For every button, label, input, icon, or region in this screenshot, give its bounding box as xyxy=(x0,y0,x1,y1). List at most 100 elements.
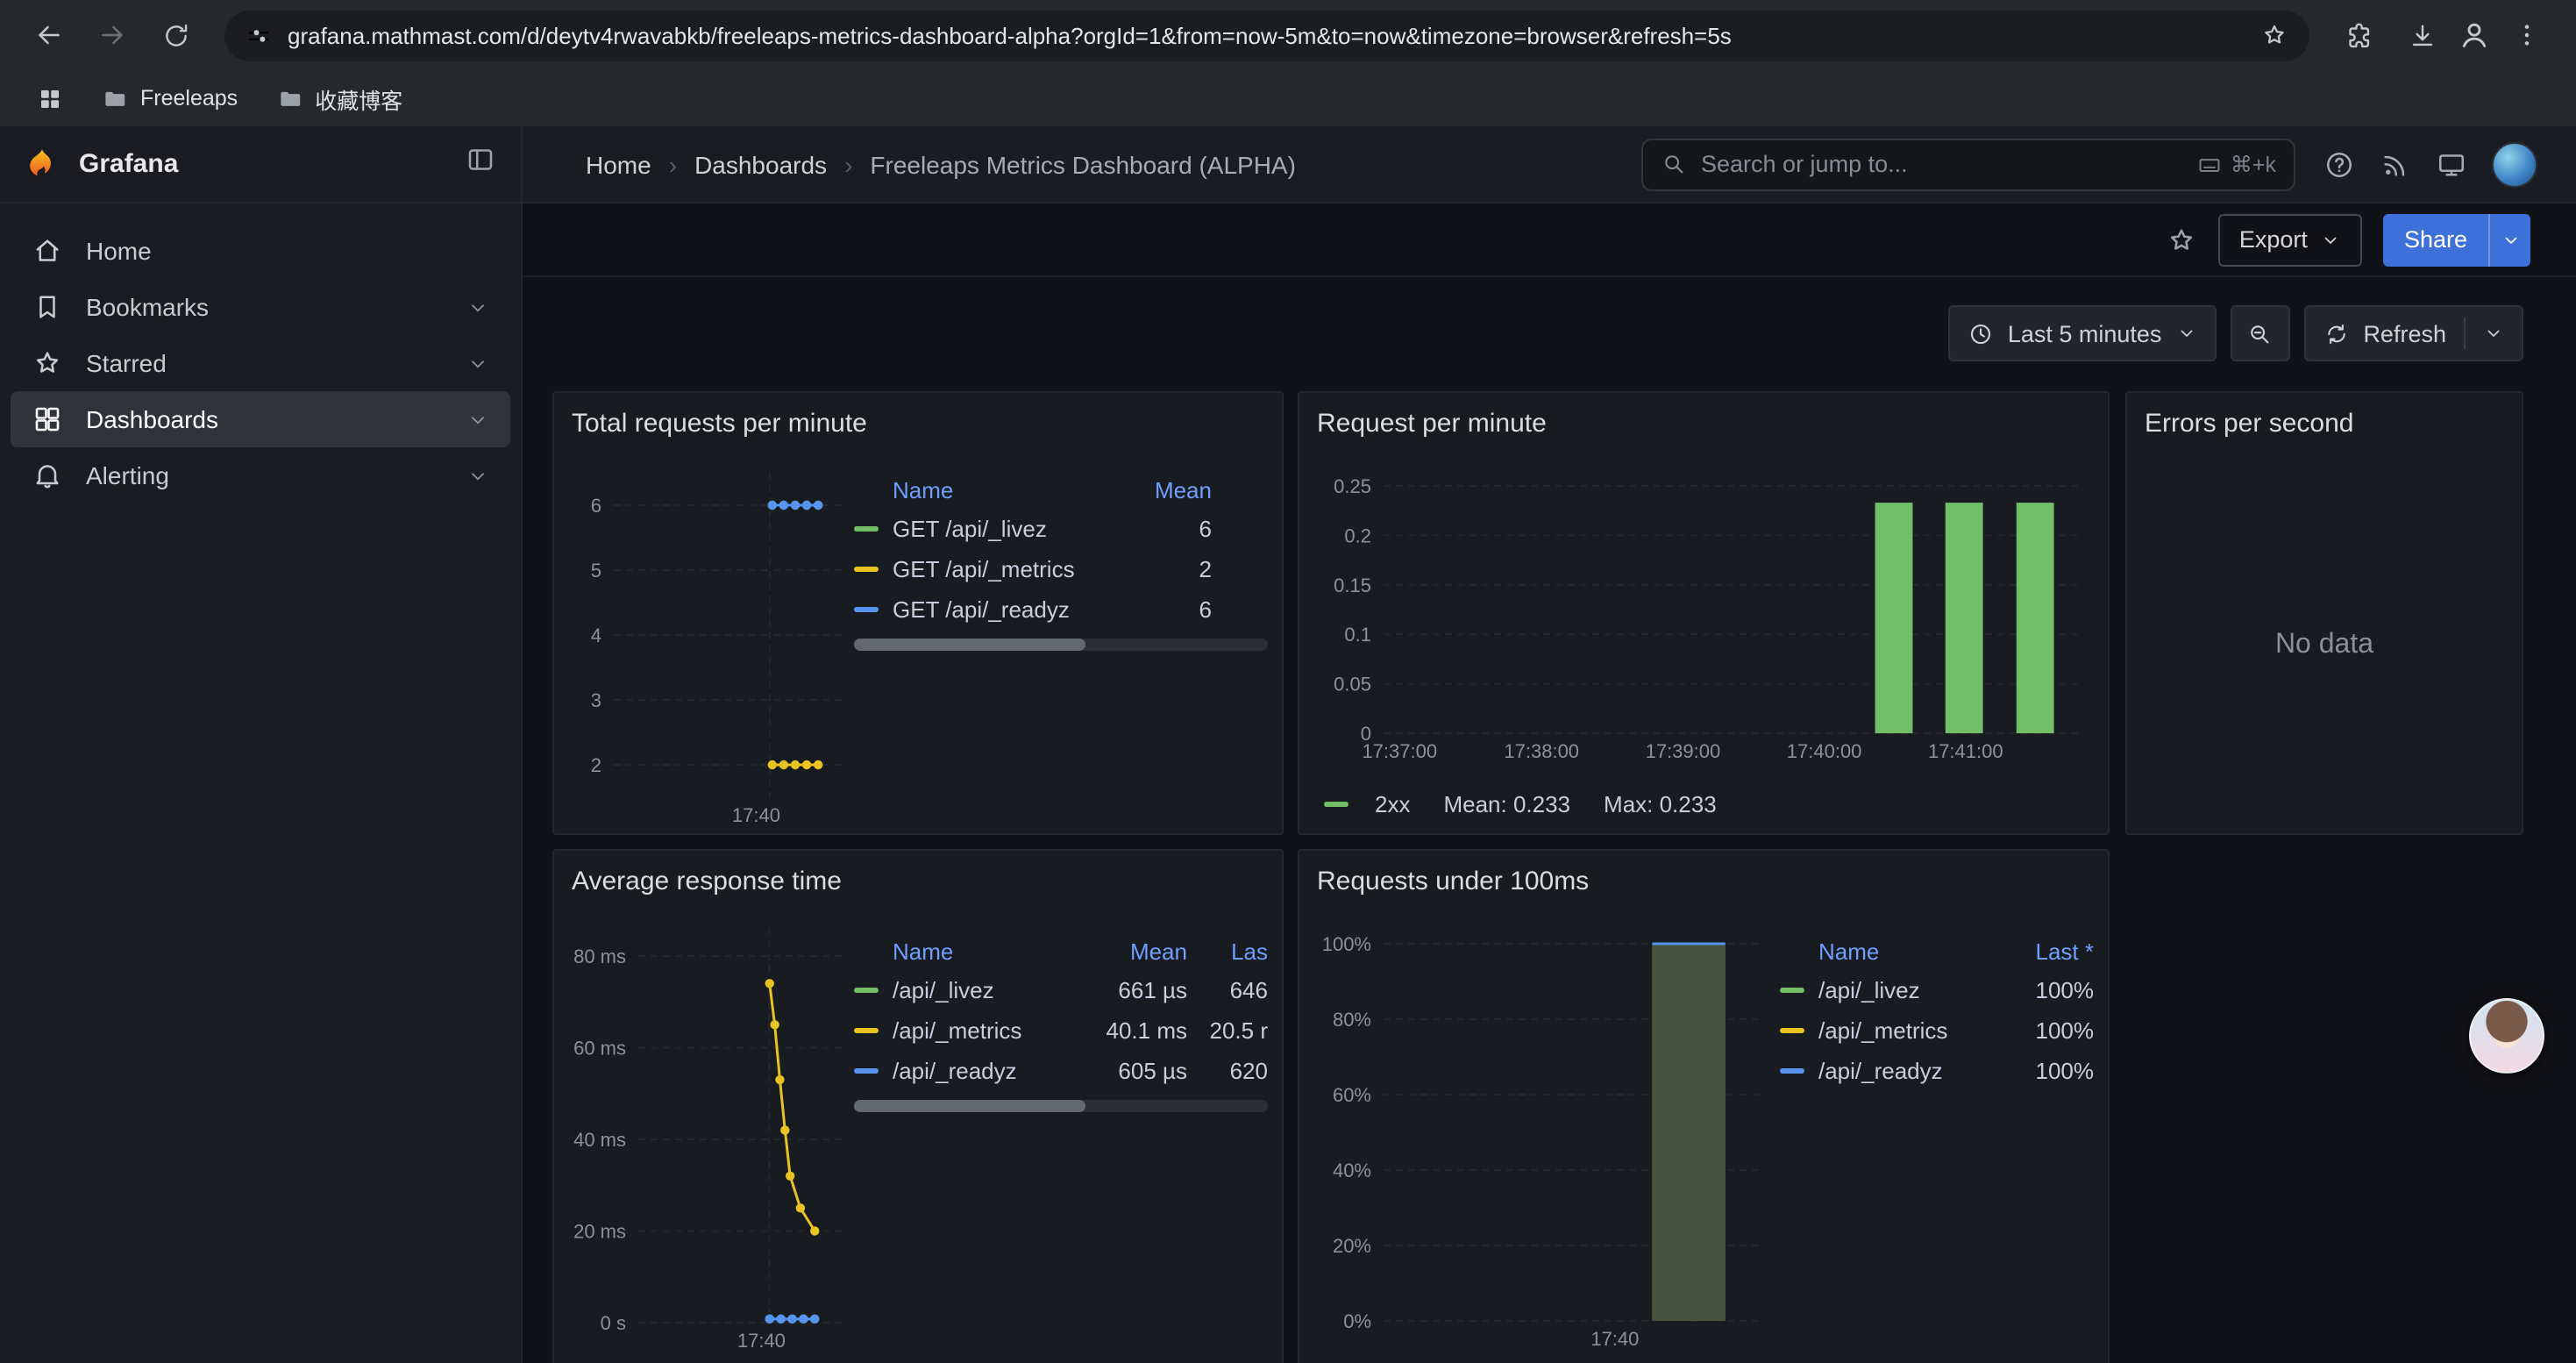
search-input[interactable]: Search or jump to... ⌘+k xyxy=(1641,138,2295,190)
bookmark-blog[interactable]: 收藏博客 xyxy=(262,76,416,120)
download-icon[interactable] xyxy=(2397,11,2446,60)
series-color-marker xyxy=(854,1028,879,1033)
series-name[interactable]: /api/_metrics xyxy=(893,1017,1064,1044)
news-rss-icon[interactable] xyxy=(2380,148,2411,180)
legend-col-name[interactable]: Name xyxy=(893,476,1107,503)
search-icon xyxy=(1661,151,1687,177)
favorite-star-icon[interactable] xyxy=(2166,224,2197,255)
sidebar-item-dashboards[interactable]: Dashboards xyxy=(11,391,510,447)
series-last: 20.5 r xyxy=(1187,1017,1268,1044)
legend-scrollbar-thumb[interactable] xyxy=(854,639,1085,651)
apps-grid-icon[interactable] xyxy=(28,77,70,119)
series-name[interactable]: /api/_livez xyxy=(893,977,1064,1003)
average-response-chart[interactable]: 80 ms60 ms40 ms20 ms0 s17:40 xyxy=(554,910,861,1363)
user-avatar[interactable] xyxy=(2492,141,2537,187)
series-last: 100% xyxy=(1989,1017,2094,1044)
legend-col-name[interactable]: Name xyxy=(1818,938,1989,964)
chevron-down-icon[interactable] xyxy=(466,352,489,375)
legend-col-last[interactable]: Last * xyxy=(1989,938,2094,964)
time-range-picker[interactable]: Last 5 minutes xyxy=(1948,305,2217,361)
under-100ms-chart[interactable]: 100%80%60%40%20%0%17:40 xyxy=(1299,910,1773,1363)
chevron-down-icon xyxy=(2500,229,2521,250)
series-name[interactable]: GET /api/_metrics xyxy=(893,556,1107,582)
series-name[interactable]: GET /api/_livez xyxy=(893,516,1107,542)
series-name[interactable]: /api/_livez xyxy=(1818,977,1989,1003)
bookmark-label: 收藏博客 xyxy=(315,82,402,115)
forward-icon[interactable] xyxy=(88,11,137,60)
chevron-down-icon[interactable] xyxy=(466,464,489,487)
share-menu-button[interactable] xyxy=(2488,213,2530,266)
legend-col-name[interactable]: Name xyxy=(893,938,1064,964)
panel-title[interactable]: Errors per second xyxy=(2127,393,2522,439)
share-button[interactable]: Share xyxy=(2383,213,2488,266)
legend-col-last[interactable]: Las xyxy=(1187,938,1268,964)
export-button[interactable]: Export xyxy=(2218,213,2362,266)
series-name[interactable]: 2xx xyxy=(1375,791,1410,817)
sidebar-item-bookmarks[interactable]: Bookmarks xyxy=(11,279,510,335)
breadcrumb-current: Freeleaps Metrics Dashboard (ALPHA) xyxy=(870,150,1296,178)
svg-text:60 ms: 60 ms xyxy=(573,1037,626,1059)
star-icon xyxy=(32,347,63,379)
legend-scrollbar[interactable] xyxy=(854,639,1268,651)
svg-text:17:41:00: 17:41:00 xyxy=(1928,740,2003,762)
panel-title[interactable]: Request per minute xyxy=(1299,393,2108,439)
chevron-down-icon xyxy=(2320,229,2341,250)
help-icon[interactable] xyxy=(2323,148,2355,180)
grafana-logo-icon[interactable] xyxy=(23,145,61,183)
svg-text:17:37:00: 17:37:00 xyxy=(1362,740,1437,762)
legend-scrollbar[interactable] xyxy=(854,1100,1268,1112)
header-icons xyxy=(2295,141,2576,187)
sidebar-item-label: Starred xyxy=(86,349,167,377)
sidebar-toggle-icon[interactable] xyxy=(465,144,496,184)
reload-icon[interactable] xyxy=(151,11,200,60)
profile-avatar-icon[interactable] xyxy=(2453,14,2495,56)
series-mean: 605 µs xyxy=(1064,1058,1187,1084)
series-name[interactable]: /api/_metrics xyxy=(1818,1017,1989,1044)
sidebar-item-home[interactable]: Home xyxy=(11,223,510,279)
legend-scrollbar-thumb[interactable] xyxy=(854,1100,1085,1112)
request-per-minute-chart[interactable]: 0.250.20.150.10.05017:37:0017:38:0017:39… xyxy=(1299,453,2097,777)
svg-text:100%: 100% xyxy=(1322,933,1371,955)
legend-row: /api/_livez 100% xyxy=(1780,970,2094,1010)
legend-col-mean[interactable]: Mean xyxy=(1107,476,1268,503)
series-name[interactable]: /api/_readyz xyxy=(893,1058,1064,1084)
series-color-marker xyxy=(1324,802,1348,807)
url-bar[interactable]: grafana.mathmast.com/d/deytv4rwavabkb/fr… xyxy=(224,10,2309,61)
chevron-down-icon[interactable] xyxy=(466,296,489,318)
svg-text:3: 3 xyxy=(591,689,601,711)
legend-table: Name Last * /api/_livez 100% /api/_metri… xyxy=(1780,931,2094,1091)
back-icon[interactable] xyxy=(25,11,74,60)
bell-icon xyxy=(32,460,63,491)
breadcrumb-dashboards[interactable]: Dashboards xyxy=(694,150,827,178)
floating-assistant-avatar[interactable] xyxy=(2469,998,2544,1074)
chevron-down-icon[interactable] xyxy=(2483,323,2504,344)
breadcrumb-home[interactable]: Home xyxy=(586,150,651,178)
url-text[interactable]: grafana.mathmast.com/d/deytv4rwavabkb/fr… xyxy=(288,22,2245,48)
legend-row: /api/_metrics 100% xyxy=(1780,1010,2094,1051)
browser-toolbar: grafana.mathmast.com/d/deytv4rwavabkb/fr… xyxy=(0,0,2576,70)
dashboard-toolbar: Export Share xyxy=(523,203,2576,277)
bookmark-freeleaps[interactable]: Freeleaps xyxy=(88,80,252,117)
browser-menu-icon[interactable] xyxy=(2502,11,2551,60)
sidebar-item-label: Bookmarks xyxy=(86,293,209,321)
panel-title[interactable]: Requests under 100ms xyxy=(1299,851,2108,896)
bookmark-star-icon[interactable] xyxy=(2260,21,2288,49)
zoom-out-button[interactable] xyxy=(2230,305,2289,361)
panel-title[interactable]: Average response time xyxy=(554,851,1282,896)
series-name[interactable]: GET /api/_readyz xyxy=(893,596,1107,623)
legend-col-mean[interactable]: Mean xyxy=(1064,938,1187,964)
series-name[interactable]: /api/_readyz xyxy=(1818,1058,1989,1084)
sidebar: Home Bookmarks Starred Dashboards Alerti… xyxy=(0,203,523,1363)
extensions-icon[interactable] xyxy=(2334,11,2383,60)
total-requests-chart[interactable]: 6543217:40 xyxy=(554,453,861,830)
search-shortcut: ⌘+k xyxy=(2197,151,2276,177)
panel-errors-per-second: Errors per second No data xyxy=(2125,391,2523,835)
panel-title[interactable]: Total requests per minute xyxy=(554,393,1282,439)
display-icon[interactable] xyxy=(2436,148,2467,180)
site-settings-icon[interactable] xyxy=(246,22,272,48)
sidebar-item-alerting[interactable]: Alerting xyxy=(11,447,510,503)
refresh-button[interactable]: Refresh xyxy=(2303,305,2523,361)
bookmark-label: Freeleaps xyxy=(140,86,238,111)
sidebar-item-starred[interactable]: Starred xyxy=(11,335,510,391)
chevron-down-icon[interactable] xyxy=(466,408,489,431)
